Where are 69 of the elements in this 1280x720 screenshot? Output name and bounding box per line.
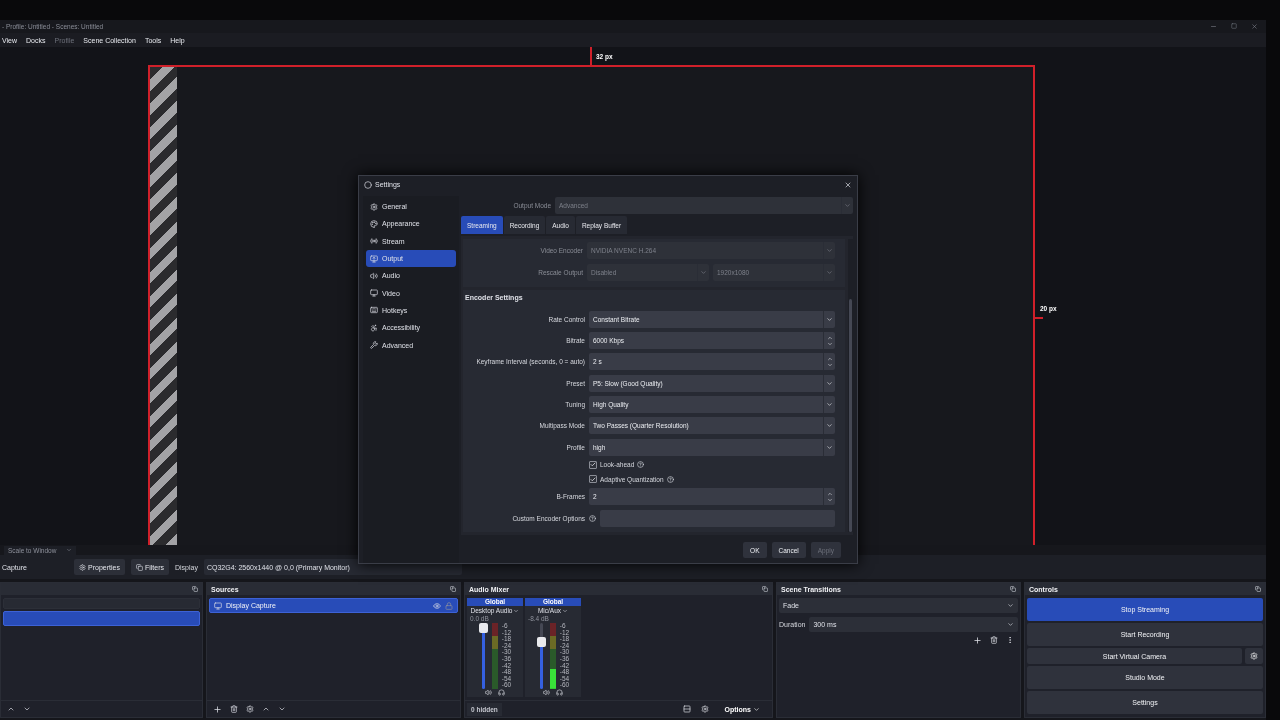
up-icon bbox=[826, 355, 833, 362]
help-icon[interactable] bbox=[589, 514, 596, 522]
speaker-icon[interactable] bbox=[543, 689, 550, 696]
trash-icon[interactable] bbox=[230, 705, 238, 713]
caret-icon bbox=[562, 607, 569, 614]
trash-icon[interactable] bbox=[990, 636, 998, 644]
help-icon[interactable] bbox=[637, 461, 645, 469]
float-icon[interactable] bbox=[192, 586, 198, 592]
close-icon[interactable] bbox=[844, 180, 852, 189]
app-logo-icon bbox=[364, 180, 372, 189]
gear-icon[interactable] bbox=[700, 705, 709, 713]
guide-line bbox=[590, 47, 592, 65]
headphones-icon[interactable] bbox=[556, 689, 563, 696]
caret-icon bbox=[826, 268, 833, 276]
volume-slider[interactable] bbox=[478, 623, 488, 689]
up-icon bbox=[826, 334, 833, 341]
checkbox[interactable] bbox=[589, 475, 597, 484]
down-icon bbox=[1007, 621, 1014, 628]
eye-icon[interactable] bbox=[433, 601, 441, 610]
person-icon bbox=[370, 323, 378, 332]
caret-icon bbox=[826, 379, 833, 387]
caret-icon bbox=[826, 422, 833, 430]
caret-icon bbox=[700, 268, 707, 276]
more-icon[interactable] bbox=[1006, 636, 1014, 644]
caret-icon bbox=[66, 547, 73, 553]
down-icon bbox=[826, 496, 833, 503]
slider-thumb[interactable] bbox=[478, 623, 488, 633]
caret-icon bbox=[513, 607, 520, 614]
up-icon bbox=[826, 490, 833, 497]
speaker-icon[interactable] bbox=[485, 689, 492, 696]
headphones-icon[interactable] bbox=[498, 689, 505, 696]
help-icon[interactable] bbox=[666, 475, 674, 483]
float-icon[interactable] bbox=[450, 586, 456, 592]
down-icon bbox=[826, 340, 833, 347]
gear-button[interactable] bbox=[1245, 648, 1263, 664]
filter-icon bbox=[135, 563, 143, 571]
monitor-icon bbox=[370, 289, 378, 298]
keyboard-icon bbox=[370, 306, 378, 315]
caret-icon bbox=[826, 443, 833, 451]
add-icon[interactable] bbox=[973, 636, 982, 645]
antenna-icon bbox=[370, 237, 378, 246]
down-icon bbox=[826, 361, 833, 368]
caret-icon bbox=[826, 246, 833, 254]
gear-icon[interactable] bbox=[246, 705, 254, 713]
move-down-icon[interactable] bbox=[278, 705, 286, 713]
slider-thumb[interactable] bbox=[536, 637, 546, 647]
wrench-icon bbox=[370, 341, 378, 349]
gear-icon bbox=[1250, 652, 1258, 660]
add-icon[interactable] bbox=[213, 704, 222, 714]
move-up-icon[interactable] bbox=[262, 705, 270, 713]
caret-icon bbox=[826, 315, 833, 323]
float-icon[interactable] bbox=[1255, 586, 1261, 592]
monitor-icon bbox=[370, 254, 378, 263]
palette-icon bbox=[370, 219, 378, 228]
caret-icon bbox=[844, 201, 851, 209]
gear-icon bbox=[79, 563, 86, 571]
float-icon[interactable] bbox=[762, 586, 768, 592]
layout-icon[interactable] bbox=[682, 705, 691, 713]
move-up-icon[interactable] bbox=[7, 705, 15, 713]
float-icon[interactable] bbox=[1010, 586, 1016, 592]
speaker-icon bbox=[370, 271, 378, 280]
caret-icon bbox=[1007, 602, 1014, 609]
caret-icon bbox=[826, 401, 833, 408]
checkbox[interactable] bbox=[589, 460, 597, 469]
gear-icon bbox=[370, 202, 378, 211]
move-down-icon[interactable] bbox=[23, 705, 31, 713]
monitor-icon bbox=[214, 601, 222, 610]
caret-icon bbox=[753, 705, 760, 713]
volume-slider[interactable] bbox=[536, 623, 546, 689]
